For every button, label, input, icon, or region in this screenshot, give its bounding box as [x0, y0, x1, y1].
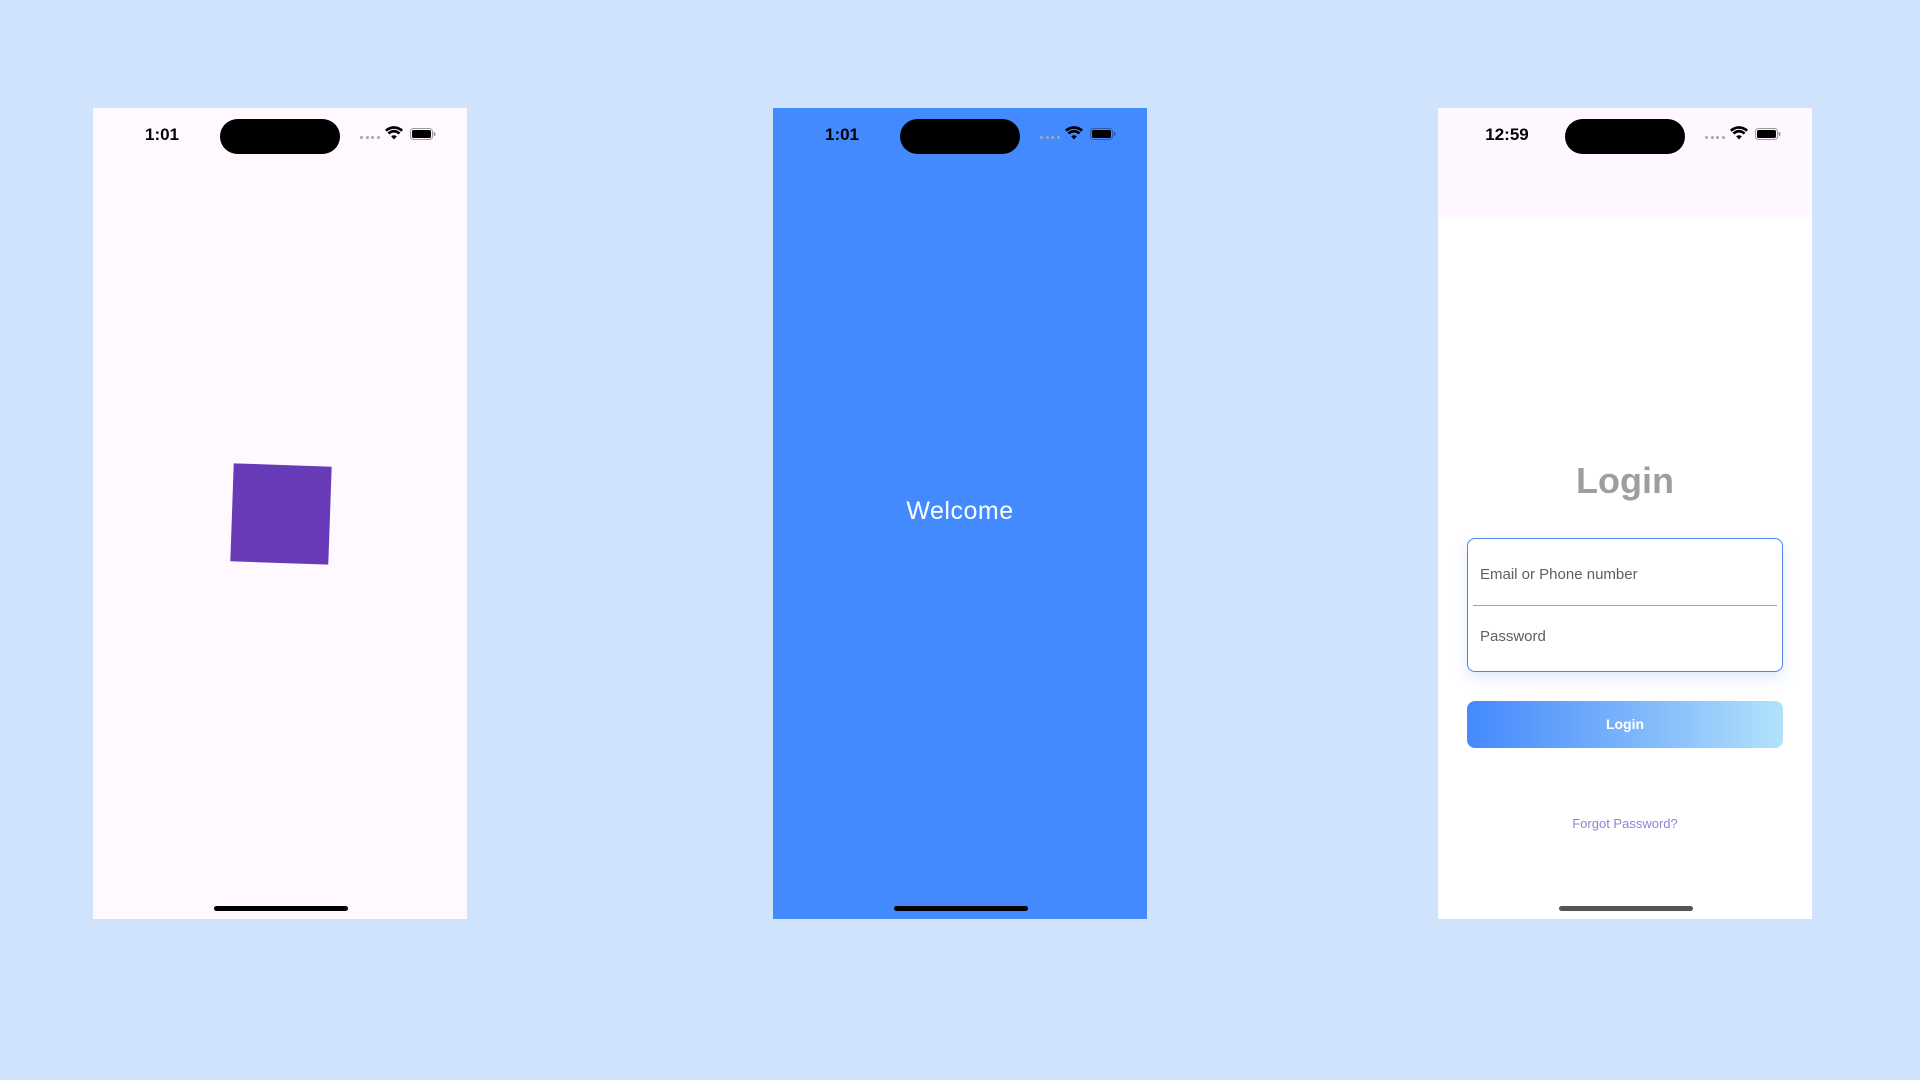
- dynamic-island: [900, 119, 1020, 154]
- status-time: 12:59: [1485, 125, 1529, 144]
- phone-screen-login: 12:59 Login Email or Phone number Passwo…: [1438, 108, 1812, 919]
- status-time: 1:01: [824, 125, 860, 144]
- phone-screen-animation: 1:01: [93, 108, 467, 919]
- status-time: 1:01: [144, 125, 180, 144]
- home-indicator[interactable]: [894, 906, 1028, 911]
- wifi-icon: [1730, 126, 1748, 140]
- welcome-text: Welcome: [906, 497, 1014, 525]
- status-bar: 12:59: [1438, 108, 1812, 166]
- battery-icon: [1755, 128, 1781, 140]
- login-button[interactable]: Login: [1467, 701, 1783, 748]
- wifi-icon: [385, 126, 403, 140]
- status-bar: 1:01: [93, 108, 467, 166]
- field-divider: [1473, 605, 1777, 606]
- password-field[interactable]: Password: [1480, 628, 1770, 645]
- email-field[interactable]: Email or Phone number: [1480, 566, 1770, 583]
- wifi-icon: [1065, 126, 1083, 140]
- forgot-password-link[interactable]: Forgot Password?: [1438, 816, 1812, 831]
- signal-dots-icon: [360, 136, 380, 140]
- dynamic-island: [1565, 119, 1685, 154]
- home-indicator[interactable]: [1559, 906, 1693, 911]
- dynamic-island: [220, 119, 340, 154]
- phone-screen-welcome: 1:01 Welcome: [773, 108, 1147, 919]
- signal-dots-icon: [1705, 136, 1725, 140]
- animated-square: [230, 463, 332, 565]
- signal-dots-icon: [1040, 136, 1060, 140]
- battery-icon: [1090, 128, 1116, 140]
- status-bar: 1:01: [773, 108, 1147, 166]
- login-form: Email or Phone number Password: [1467, 538, 1783, 672]
- battery-icon: [410, 128, 436, 140]
- login-title: Login: [1576, 460, 1674, 501]
- home-indicator[interactable]: [214, 906, 348, 911]
